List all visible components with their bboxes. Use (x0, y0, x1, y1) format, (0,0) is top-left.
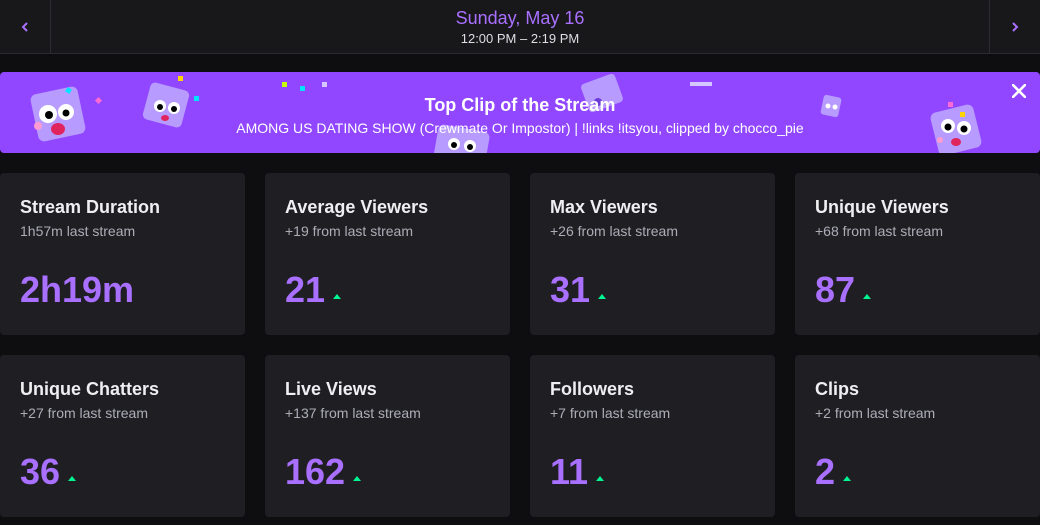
stat-comparison: +7 from last stream (550, 405, 671, 421)
close-icon (1011, 83, 1027, 99)
chevron-right-icon (1012, 21, 1019, 32)
stat-card-unique-chatters: Unique Chatters +27 from last stream 36 (0, 355, 245, 517)
stat-title: Unique Viewers (815, 197, 949, 217)
chevron-left-icon (21, 21, 28, 32)
stat-comparison: +2 from last stream (815, 405, 936, 421)
confetti-decoration (300, 86, 305, 91)
stat-title: Average Viewers (285, 197, 429, 217)
stat-card-live-views: Live Views +137 from last stream 162 (265, 355, 510, 517)
stat-card-clips: Clips +2 from last stream 2 (795, 355, 1040, 517)
clip-title-link[interactable]: AMONG US DATING SHOW (Crewmate Or Impost… (0, 120, 1040, 136)
stream-date-info: Sunday, May 16 12:00 PM – 2:19 PM (51, 0, 989, 53)
confetti-decoration (322, 82, 327, 87)
banner-title: Top Clip of the Stream (424, 95, 616, 115)
top-clip-banner[interactable]: Top Clip of the Stream AMONG US DATING S… (0, 72, 1040, 153)
stat-value: 2h19m (20, 269, 134, 311)
stat-value: 31 (550, 269, 607, 311)
trend-up-icon (863, 294, 872, 299)
stat-value-text: 31 (550, 269, 591, 310)
stat-value-text: 87 (815, 269, 856, 310)
stat-comparison: +19 from last stream (285, 223, 413, 239)
stat-title: Live Views (285, 379, 377, 399)
trend-up-icon (843, 476, 852, 481)
confetti-decoration (178, 76, 183, 81)
stat-comparison: +68 from last stream (815, 223, 943, 239)
stat-title: Unique Chatters (20, 379, 160, 399)
date-header: Sunday, May 16 12:00 PM – 2:19 PM (0, 0, 1040, 54)
close-banner-button[interactable] (1008, 80, 1030, 102)
stat-value: 87 (815, 269, 872, 311)
confetti-decoration (282, 82, 287, 87)
stat-value: 36 (20, 451, 77, 493)
previous-stream-button[interactable] (0, 0, 51, 53)
stat-value-text: 36 (20, 451, 61, 492)
trend-up-icon (333, 294, 342, 299)
stat-card-average-viewers: Average Viewers +19 from last stream 21 (265, 173, 510, 335)
trend-up-icon (598, 294, 607, 299)
trend-up-icon (68, 476, 77, 481)
stat-value-text: 2 (815, 451, 836, 492)
stat-title: Clips (815, 379, 860, 399)
stat-value-text: 2h19m (20, 269, 135, 310)
stat-value-text: 21 (285, 269, 326, 310)
stat-comparison: +26 from last stream (550, 223, 678, 239)
stat-card-stream-duration: Stream Duration 1h57m last stream 2h19m (0, 173, 245, 335)
stat-title: Max Viewers (550, 197, 658, 217)
stat-comparison: +137 from last stream (285, 405, 421, 421)
stat-value: 2 (815, 451, 852, 493)
stat-value: 11 (550, 451, 605, 493)
stat-value-text: 162 (285, 451, 346, 492)
stat-title: Followers (550, 379, 635, 399)
stat-value: 21 (285, 269, 342, 311)
trend-up-icon (596, 476, 605, 481)
stat-value-text: 11 (550, 451, 589, 492)
trend-up-icon (353, 476, 362, 481)
stat-comparison: 1h57m last stream (20, 223, 136, 239)
stat-card-unique-viewers: Unique Viewers +68 from last stream 87 (795, 173, 1040, 335)
stat-value: 162 (285, 451, 362, 493)
stat-title: Stream Duration (20, 197, 161, 217)
next-stream-button[interactable] (989, 0, 1040, 53)
stat-comparison: +27 from last stream (20, 405, 148, 421)
stream-date: Sunday, May 16 (455, 8, 585, 28)
stat-card-max-viewers: Max Viewers +26 from last stream 31 (530, 173, 775, 335)
confetti-decoration (690, 82, 712, 86)
stat-card-followers: Followers +7 from last stream 11 (530, 355, 775, 517)
stream-time-range: 12:00 PM – 2:19 PM (460, 31, 580, 46)
